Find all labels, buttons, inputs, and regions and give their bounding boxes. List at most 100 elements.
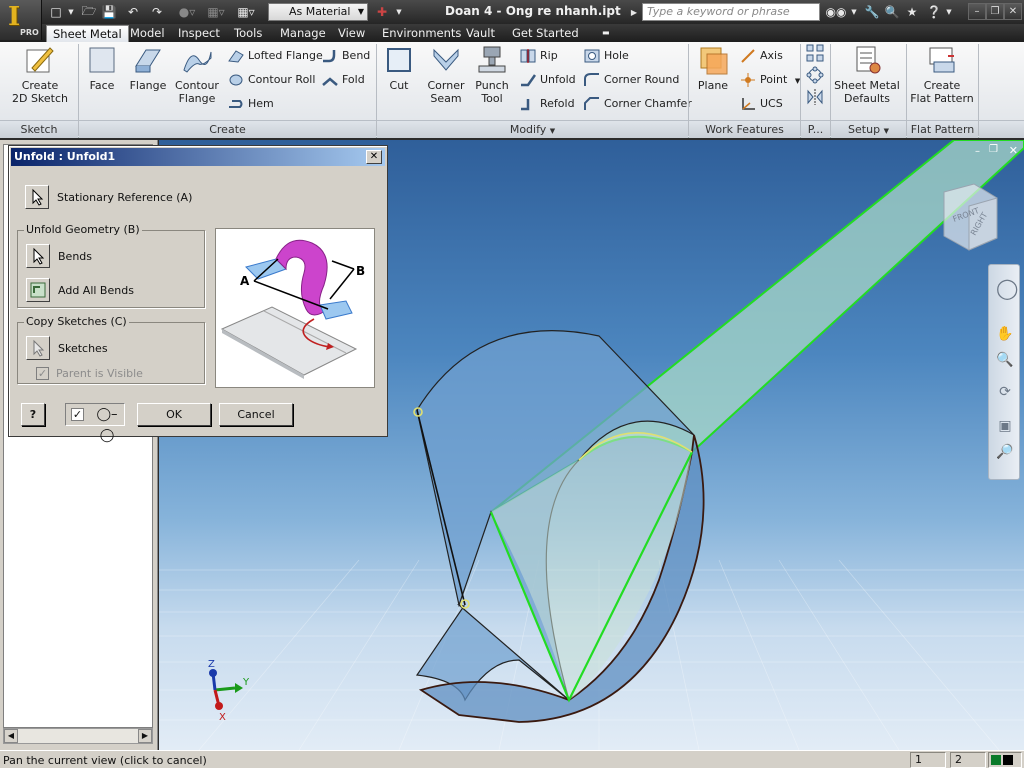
lofted-flange-icon (228, 50, 244, 63)
update-icon[interactable]: ▦▿ (204, 3, 228, 21)
material-dropdown[interactable]: As Material ▼ (268, 3, 368, 21)
rip-button[interactable]: Rip (520, 46, 558, 66)
hole-button[interactable]: Hole (584, 46, 629, 66)
tab-sheet-metal[interactable]: Sheet Metal (46, 25, 129, 42)
maximize-icon[interactable]: ❐ (986, 3, 1004, 20)
subscription-icon[interactable]: 🔧 (862, 3, 882, 21)
viewport-restore-icon[interactable]: ❐ (989, 144, 998, 155)
contour-roll-button[interactable]: Contour Roll (228, 70, 315, 90)
search-expand-icon[interactable]: ▶ (628, 3, 640, 21)
preview-toggle[interactable]: ✓ ◯–◯ (65, 403, 125, 443)
save-icon[interactable]: 💾 (100, 3, 118, 21)
unfold-button[interactable]: Unfold (520, 70, 576, 90)
color-style-icon[interactable]: ▦▿ (234, 3, 258, 21)
panel-label-setup[interactable]: Setup ▼ (831, 120, 906, 138)
hem-button[interactable]: Hem (228, 94, 274, 114)
viewcube[interactable]: FRONT RIGHT (943, 183, 998, 251)
help-button[interactable]: ? (21, 403, 45, 426)
add-icon[interactable]: ✚ (370, 3, 394, 21)
create-2d-sketch-button[interactable]: Create 2D Sketch (8, 44, 72, 105)
zoom-icon[interactable]: 🔍 (996, 351, 1014, 369)
open-icon[interactable]: 🗁 (80, 3, 98, 21)
parent-is-visible-checkbox[interactable]: ✓ (36, 367, 49, 380)
refold-button[interactable]: Refold (520, 94, 575, 114)
pan-icon[interactable]: ✋ (996, 325, 1014, 343)
search-input[interactable]: Type a keyword or phrase (642, 3, 820, 21)
corner-round-button[interactable]: Corner Round (584, 70, 679, 90)
corner-chamfer-button[interactable]: Corner Chamfer (584, 94, 692, 114)
scroll-right-icon[interactable]: ▶ (138, 729, 152, 743)
contour-flange-button[interactable]: Contour Flange (174, 44, 220, 105)
help-dropdown-icon[interactable]: ▼ (944, 3, 954, 21)
new-icon[interactable]: □ (46, 3, 66, 21)
viewport-close-icon[interactable]: ✕ (1009, 144, 1018, 157)
tab-get-started[interactable]: Get Started (506, 25, 585, 42)
add-all-bends-button[interactable] (26, 278, 50, 302)
face-label: Face (89, 79, 115, 92)
new-dropdown-icon[interactable]: ▼ (66, 3, 76, 21)
point-button[interactable]: Point ▼ (740, 70, 800, 90)
flange-button[interactable]: Flange (126, 44, 170, 92)
illustration-label-a: A (240, 274, 250, 288)
plane-icon (700, 47, 728, 75)
select-arrow-icon (33, 339, 45, 357)
stationary-reference-select-button[interactable] (25, 185, 49, 209)
tab-environments[interactable]: Environments (376, 25, 467, 42)
help-icon[interactable]: ❔ (924, 3, 944, 21)
ucs-button[interactable]: UCS (740, 94, 783, 114)
close-icon[interactable]: ✕ (1004, 3, 1022, 20)
minimize-icon[interactable]: – (968, 3, 986, 20)
rectangular-pattern-icon[interactable] (806, 44, 824, 62)
look-at-icon[interactable]: ▣ (996, 417, 1014, 435)
scroll-left-icon[interactable]: ◀ (4, 729, 18, 743)
create-flat-pattern-button[interactable]: Create Flat Pattern (910, 44, 974, 105)
panel-label-pattern[interactable]: P... (801, 120, 830, 138)
orbit-icon[interactable]: ⟳ (996, 383, 1014, 401)
preview-checkbox[interactable]: ✓ (71, 408, 84, 421)
search-placeholder: Type a keyword or phrase (647, 5, 790, 18)
circular-pattern-icon[interactable] (806, 66, 824, 84)
communication-icon[interactable]: 🔍 (882, 3, 902, 21)
axis-button[interactable]: Axis (740, 46, 783, 66)
sheet-metal-defaults-button[interactable]: Sheet Metal Defaults (834, 44, 900, 105)
bend-button[interactable]: Bend (322, 46, 370, 66)
face-button[interactable]: Face (84, 44, 120, 92)
tab-inspect[interactable]: Inspect (172, 25, 226, 42)
corner-seam-button[interactable]: Corner Seam (424, 44, 468, 105)
ribbon-minimize-icon[interactable]: ▬ (596, 25, 616, 42)
tab-tools[interactable]: Tools (228, 25, 268, 42)
qat-customize-icon[interactable]: ▼ (394, 3, 404, 21)
mirror-icon[interactable] (806, 88, 824, 106)
tab-manage[interactable]: Manage (274, 25, 332, 42)
sketches-select-button[interactable] (26, 336, 50, 360)
axis-icon (741, 49, 755, 63)
browser-horizontal-scrollbar[interactable]: ◀ ▶ (3, 728, 153, 744)
panel-label-modify[interactable]: Modify ▼ (377, 120, 688, 138)
binoculars-dropdown-icon[interactable]: ▼ (848, 3, 860, 21)
tab-vault[interactable]: Vault (460, 25, 501, 42)
app-logo-icon: I (8, 2, 21, 32)
steering-wheel-icon[interactable]: ◯ (996, 278, 1018, 298)
plane-button[interactable]: Plane (694, 44, 732, 92)
redo-icon[interactable]: ↷ (148, 3, 166, 21)
undo-icon[interactable]: ↶ (124, 3, 142, 21)
app-menu-button[interactable]: I PRO (0, 0, 42, 40)
binoculars-icon[interactable]: ◉◉ (826, 3, 847, 21)
cancel-button[interactable]: Cancel (219, 403, 293, 426)
punch-tool-button[interactable]: Punch Tool (472, 44, 512, 105)
favorites-icon[interactable]: ★ (902, 3, 922, 21)
dialog-title-bar[interactable]: Unfold : Unfold1 ✕ (11, 148, 385, 166)
cut-button[interactable]: Cut (382, 44, 416, 92)
chevron-down-icon: ▼ (549, 127, 556, 135)
dialog-close-icon[interactable]: ✕ (366, 150, 382, 164)
ok-button[interactable]: OK (137, 403, 211, 426)
viewport-minimize-icon[interactable]: – (975, 146, 980, 157)
fold-button[interactable]: Fold (322, 70, 365, 90)
tab-view[interactable]: View (332, 25, 371, 42)
document-title: Doan 4 - Ong re nhanh.ipt (445, 4, 621, 18)
bends-select-button[interactable] (26, 244, 50, 268)
tab-model[interactable]: Model (124, 25, 171, 42)
zoom-window-icon[interactable]: 🔎 (996, 443, 1014, 461)
select-mode-icon[interactable]: ●▿ (172, 3, 202, 21)
lofted-flange-button[interactable]: Lofted Flange (228, 46, 323, 66)
